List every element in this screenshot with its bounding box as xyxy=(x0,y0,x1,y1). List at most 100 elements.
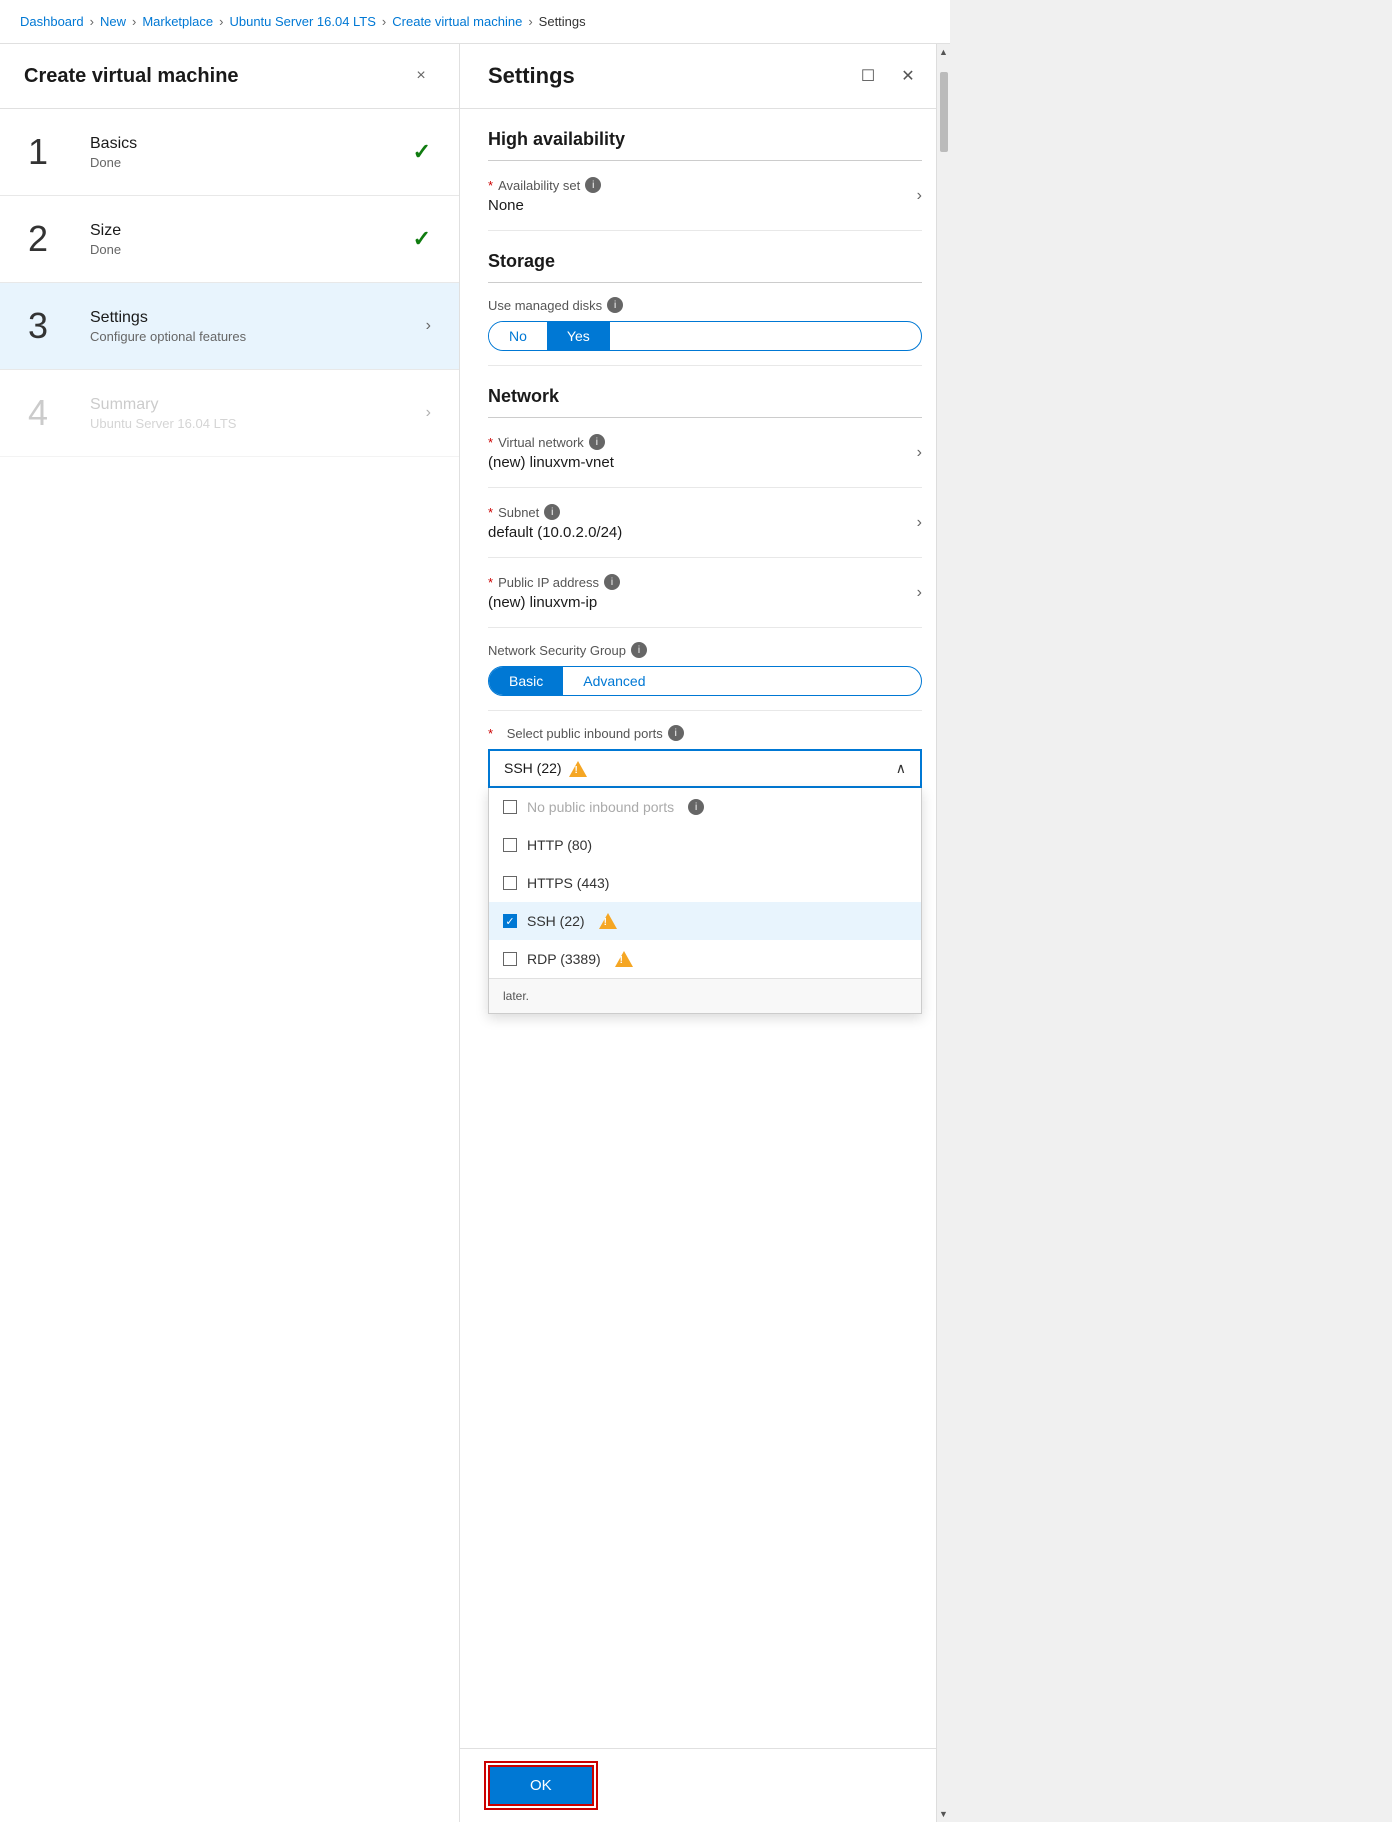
right-footer: OK xyxy=(460,1748,950,1822)
step-3-info: Settings Configure optional features xyxy=(90,309,426,344)
no-public-info-icon[interactable]: i xyxy=(688,799,704,815)
virtual-network-row[interactable]: * Virtual network i (new) linuxvm-vnet › xyxy=(488,418,922,488)
dropdown-item-https[interactable]: HTTPS (443) xyxy=(489,864,921,902)
step-2-number: 2 xyxy=(28,218,78,260)
storage-section-title: Storage xyxy=(488,231,922,283)
inbound-ports-info-icon[interactable]: i xyxy=(668,725,684,741)
step-3-arrow-icon: › xyxy=(426,317,431,335)
availability-set-value: None xyxy=(488,197,917,214)
scroll-up-arrow[interactable]: ▲ xyxy=(937,44,951,60)
dropdown-item-ssh[interactable]: ✓ SSH (22) xyxy=(489,902,921,940)
right-panel: Settings ☐ ✕ High availability * Availab… xyxy=(460,44,950,1822)
public-ip-label: * Public IP address i xyxy=(488,574,917,590)
inbound-ports-selected-text: SSH (22) xyxy=(504,760,562,776)
dropdown-item-no-public[interactable]: No public inbound ports i xyxy=(489,788,921,826)
breadcrumb-new[interactable]: New xyxy=(100,14,126,29)
managed-disks-info-icon[interactable]: i xyxy=(607,297,623,313)
managed-disks-toggle[interactable]: No Yes xyxy=(488,321,922,351)
inbound-ports-warning-icon xyxy=(569,761,587,777)
http-label: HTTP (80) xyxy=(527,837,592,853)
step-3-name: Settings xyxy=(90,309,426,327)
availability-set-info-icon[interactable]: i xyxy=(585,177,601,193)
nsg-advanced-button[interactable]: Advanced xyxy=(563,667,665,695)
nsg-toggle[interactable]: Basic Advanced xyxy=(488,666,922,696)
step-4-name: Summary xyxy=(90,396,426,414)
breadcrumb-dashboard[interactable]: Dashboard xyxy=(20,14,84,29)
dropdown-item-rdp[interactable]: RDP (3389) xyxy=(489,940,921,978)
right-panel-close-button[interactable]: ✕ xyxy=(894,62,922,90)
step-1-check-icon: ✓ xyxy=(413,139,431,165)
inbound-ports-dropdown[interactable]: SSH (22) ∧ No public inbound ports i xyxy=(488,749,922,788)
managed-disks-row: Use managed disks i No Yes xyxy=(488,283,922,366)
managed-disks-yes-button[interactable]: Yes xyxy=(547,322,610,350)
subnet-info-icon[interactable]: i xyxy=(544,504,560,520)
scroll-down-arrow[interactable]: ▼ xyxy=(937,1806,951,1822)
inbound-ports-chevron-up-icon: ∧ xyxy=(896,760,906,777)
public-ip-chevron-icon[interactable]: › xyxy=(917,584,922,602)
nsg-row: Network Security Group i Basic Advanced xyxy=(488,628,922,711)
https-checkbox[interactable] xyxy=(503,876,517,890)
breadcrumb-marketplace[interactable]: Marketplace xyxy=(142,14,213,29)
step-4: 4 Summary Ubuntu Server 16.04 LTS › xyxy=(0,370,459,457)
subnet-chevron-icon[interactable]: › xyxy=(917,514,922,532)
nsg-info-icon[interactable]: i xyxy=(631,642,647,658)
rdp-warning-icon xyxy=(615,951,633,967)
availability-set-label: * Availability set i xyxy=(488,177,917,193)
inbound-ports-label: * Select public inbound ports i xyxy=(488,725,922,741)
dropdown-notice: later. xyxy=(489,978,921,1013)
right-header-icons: ☐ ✕ xyxy=(854,62,922,90)
step-4-number: 4 xyxy=(28,392,78,434)
rdp-checkbox[interactable] xyxy=(503,952,517,966)
public-ip-info-icon[interactable]: i xyxy=(604,574,620,590)
http-checkbox[interactable] xyxy=(503,838,517,852)
subnet-label: * Subnet i xyxy=(488,504,917,520)
virtual-network-label: * Virtual network i xyxy=(488,434,917,450)
virtual-network-chevron-icon[interactable]: › xyxy=(917,444,922,462)
steps-container: 1 Basics Done ✓ 2 Size Done ✓ 3 xyxy=(0,109,459,1822)
maximize-button[interactable]: ☐ xyxy=(854,62,882,90)
breadcrumb-ubuntu[interactable]: Ubuntu Server 16.04 LTS xyxy=(229,14,375,29)
managed-disks-no-button[interactable]: No xyxy=(489,322,547,350)
availability-set-row[interactable]: * Availability set i None › xyxy=(488,161,922,231)
settings-content: High availability * Availability set i N… xyxy=(460,109,950,1748)
https-label: HTTPS (443) xyxy=(527,875,609,891)
step-1[interactable]: 1 Basics Done ✓ xyxy=(0,109,459,196)
left-panel-close-button[interactable]: × xyxy=(407,62,435,90)
virtual-network-info-icon[interactable]: i xyxy=(589,434,605,450)
step-3-desc: Configure optional features xyxy=(90,329,426,344)
public-ip-row[interactable]: * Public IP address i (new) linuxvm-ip › xyxy=(488,558,922,628)
dropdown-item-http[interactable]: HTTP (80) xyxy=(489,826,921,864)
network-section-title: Network xyxy=(488,366,922,418)
step-3[interactable]: 3 Settings Configure optional features › xyxy=(0,283,459,370)
step-4-desc: Ubuntu Server 16.04 LTS xyxy=(90,416,426,431)
step-4-info: Summary Ubuntu Server 16.04 LTS xyxy=(90,396,426,431)
main-container: Create virtual machine × 1 Basics Done ✓… xyxy=(0,44,950,1822)
nsg-basic-button[interactable]: Basic xyxy=(489,667,563,695)
high-availability-section-title: High availability xyxy=(488,109,922,161)
ssh-warning-icon xyxy=(599,913,617,929)
managed-disks-label: Use managed disks i xyxy=(488,297,922,313)
right-panel-header: Settings ☐ ✕ xyxy=(460,44,950,109)
availability-set-chevron-icon[interactable]: › xyxy=(917,187,922,205)
step-1-desc: Done xyxy=(90,155,413,170)
scrollbar[interactable]: ▲ ▼ xyxy=(936,44,950,1822)
right-panel-title: Settings xyxy=(488,63,575,89)
no-public-checkbox[interactable] xyxy=(503,800,517,814)
left-panel-title: Create virtual machine xyxy=(24,65,239,88)
no-public-label: No public inbound ports xyxy=(527,799,674,815)
inbound-ports-dropdown-selected[interactable]: SSH (22) ∧ xyxy=(488,749,922,788)
subnet-row[interactable]: * Subnet i default (10.0.2.0/24) › xyxy=(488,488,922,558)
ssh-label: SSH (22) xyxy=(527,913,585,929)
ssh-checkbox[interactable]: ✓ xyxy=(503,914,517,928)
step-2[interactable]: 2 Size Done ✓ xyxy=(0,196,459,283)
scroll-thumb[interactable] xyxy=(940,72,948,152)
inbound-ports-row: * Select public inbound ports i SSH (22)… xyxy=(488,711,922,803)
public-ip-value: (new) linuxvm-ip xyxy=(488,594,917,611)
breadcrumb-create-vm[interactable]: Create virtual machine xyxy=(392,14,522,29)
left-panel: Create virtual machine × 1 Basics Done ✓… xyxy=(0,44,460,1822)
step-1-number: 1 xyxy=(28,131,78,173)
scroll-track xyxy=(940,62,948,1804)
inbound-ports-dropdown-list: No public inbound ports i HTTP (80) HTTP… xyxy=(488,788,922,1014)
ok-button[interactable]: OK xyxy=(488,1765,594,1806)
step-2-name: Size xyxy=(90,222,413,240)
